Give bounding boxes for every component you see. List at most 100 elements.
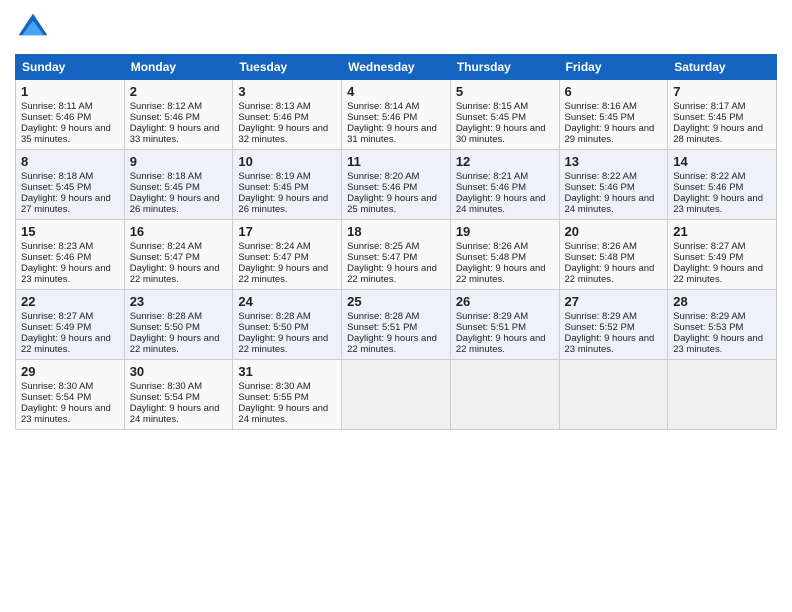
sunset: Sunset: 5:45 PM — [565, 112, 663, 123]
day-number: 15 — [21, 224, 119, 239]
calendar-cell: 3Sunrise: 8:13 AMSunset: 5:46 PMDaylight… — [233, 80, 342, 150]
day-number: 18 — [347, 224, 445, 239]
daylight: Daylight: 9 hours and 31 minutes. — [347, 123, 445, 145]
daylight: Daylight: 9 hours and 22 minutes. — [238, 263, 336, 285]
calendar-cell: 11Sunrise: 8:20 AMSunset: 5:46 PMDayligh… — [342, 150, 451, 220]
sunrise: Sunrise: 8:22 AM — [565, 171, 663, 182]
sunset: Sunset: 5:46 PM — [347, 182, 445, 193]
sunset: Sunset: 5:45 PM — [673, 112, 771, 123]
daylight: Daylight: 9 hours and 29 minutes. — [565, 123, 663, 145]
sunset: Sunset: 5:54 PM — [21, 392, 119, 403]
calendar-cell: 6Sunrise: 8:16 AMSunset: 5:45 PMDaylight… — [559, 80, 668, 150]
sunrise: Sunrise: 8:19 AM — [238, 171, 336, 182]
day-number: 9 — [130, 154, 228, 169]
sunset: Sunset: 5:55 PM — [238, 392, 336, 403]
sunset: Sunset: 5:52 PM — [565, 322, 663, 333]
header-wednesday: Wednesday — [342, 55, 451, 80]
daylight: Daylight: 9 hours and 33 minutes. — [130, 123, 228, 145]
day-number: 4 — [347, 84, 445, 99]
calendar-cell — [668, 360, 777, 430]
sunrise: Sunrise: 8:11 AM — [21, 101, 119, 112]
sunrise: Sunrise: 8:15 AM — [456, 101, 554, 112]
calendar-cell: 17Sunrise: 8:24 AMSunset: 5:47 PMDayligh… — [233, 220, 342, 290]
calendar-cell: 10Sunrise: 8:19 AMSunset: 5:45 PMDayligh… — [233, 150, 342, 220]
daylight: Daylight: 9 hours and 26 minutes. — [238, 193, 336, 215]
calendar-cell: 8Sunrise: 8:18 AMSunset: 5:45 PMDaylight… — [16, 150, 125, 220]
daylight: Daylight: 9 hours and 22 minutes. — [238, 333, 336, 355]
daylight: Daylight: 9 hours and 22 minutes. — [130, 333, 228, 355]
daylight: Daylight: 9 hours and 27 minutes. — [21, 193, 119, 215]
sunrise: Sunrise: 8:16 AM — [565, 101, 663, 112]
day-number: 31 — [238, 364, 336, 379]
sunrise: Sunrise: 8:14 AM — [347, 101, 445, 112]
day-number: 23 — [130, 294, 228, 309]
sunrise: Sunrise: 8:20 AM — [347, 171, 445, 182]
sunrise: Sunrise: 8:21 AM — [456, 171, 554, 182]
sunset: Sunset: 5:49 PM — [21, 322, 119, 333]
daylight: Daylight: 9 hours and 22 minutes. — [347, 263, 445, 285]
calendar-cell: 4Sunrise: 8:14 AMSunset: 5:46 PMDaylight… — [342, 80, 451, 150]
day-number: 11 — [347, 154, 445, 169]
sunrise: Sunrise: 8:25 AM — [347, 241, 445, 252]
sunset: Sunset: 5:45 PM — [238, 182, 336, 193]
day-number: 17 — [238, 224, 336, 239]
sunset: Sunset: 5:50 PM — [238, 322, 336, 333]
daylight: Daylight: 9 hours and 24 minutes. — [130, 403, 228, 425]
daylight: Daylight: 9 hours and 23 minutes. — [565, 333, 663, 355]
daylight: Daylight: 9 hours and 22 minutes. — [130, 263, 228, 285]
calendar-cell: 28Sunrise: 8:29 AMSunset: 5:53 PMDayligh… — [668, 290, 777, 360]
calendar-cell: 15Sunrise: 8:23 AMSunset: 5:46 PMDayligh… — [16, 220, 125, 290]
sunset: Sunset: 5:51 PM — [456, 322, 554, 333]
calendar-cell: 30Sunrise: 8:30 AMSunset: 5:54 PMDayligh… — [124, 360, 233, 430]
daylight: Daylight: 9 hours and 30 minutes. — [456, 123, 554, 145]
calendar-cell — [450, 360, 559, 430]
sunrise: Sunrise: 8:17 AM — [673, 101, 771, 112]
day-number: 30 — [130, 364, 228, 379]
sunset: Sunset: 5:51 PM — [347, 322, 445, 333]
page: SundayMondayTuesdayWednesdayThursdayFrid… — [0, 0, 792, 612]
day-number: 8 — [21, 154, 119, 169]
sunrise: Sunrise: 8:23 AM — [21, 241, 119, 252]
sunrise: Sunrise: 8:12 AM — [130, 101, 228, 112]
calendar-cell: 16Sunrise: 8:24 AMSunset: 5:47 PMDayligh… — [124, 220, 233, 290]
sunrise: Sunrise: 8:27 AM — [21, 311, 119, 322]
sunrise: Sunrise: 8:30 AM — [130, 381, 228, 392]
week-row-2: 8Sunrise: 8:18 AMSunset: 5:45 PMDaylight… — [16, 150, 777, 220]
sunset: Sunset: 5:48 PM — [565, 252, 663, 263]
sunrise: Sunrise: 8:22 AM — [673, 171, 771, 182]
calendar-cell: 24Sunrise: 8:28 AMSunset: 5:50 PMDayligh… — [233, 290, 342, 360]
calendar-cell: 1Sunrise: 8:11 AMSunset: 5:46 PMDaylight… — [16, 80, 125, 150]
sunrise: Sunrise: 8:26 AM — [565, 241, 663, 252]
calendar-cell: 23Sunrise: 8:28 AMSunset: 5:50 PMDayligh… — [124, 290, 233, 360]
calendar-cell: 18Sunrise: 8:25 AMSunset: 5:47 PMDayligh… — [342, 220, 451, 290]
calendar-cell: 14Sunrise: 8:22 AMSunset: 5:46 PMDayligh… — [668, 150, 777, 220]
sunrise: Sunrise: 8:13 AM — [238, 101, 336, 112]
daylight: Daylight: 9 hours and 35 minutes. — [21, 123, 119, 145]
header-sunday: Sunday — [16, 55, 125, 80]
calendar-cell: 31 Sunrise: 8:30 AMSunset: 5:55 PMDayligh… — [233, 360, 342, 430]
logo-icon — [15, 10, 51, 46]
day-number: 2 — [130, 84, 228, 99]
sunset: Sunset: 5:50 PM — [130, 322, 228, 333]
daylight: Daylight: 9 hours and 22 minutes. — [565, 263, 663, 285]
daylight: Daylight: 9 hours and 22 minutes. — [456, 333, 554, 355]
sunset: Sunset: 5:45 PM — [21, 182, 119, 193]
calendar-cell — [342, 360, 451, 430]
daylight: Daylight: 9 hours and 22 minutes. — [673, 263, 771, 285]
sunrise: Sunrise: 8:30 AM — [238, 381, 336, 392]
sunset: Sunset: 5:45 PM — [456, 112, 554, 123]
calendar-cell: 2Sunrise: 8:12 AMSunset: 5:46 PMDaylight… — [124, 80, 233, 150]
sunset: Sunset: 5:46 PM — [456, 182, 554, 193]
calendar-cell: 25Sunrise: 8:28 AMSunset: 5:51 PMDayligh… — [342, 290, 451, 360]
daylight: Daylight: 9 hours and 24 minutes. — [238, 403, 336, 425]
day-number: 5 — [456, 84, 554, 99]
logo — [15, 10, 55, 46]
header — [15, 10, 777, 46]
sunrise: Sunrise: 8:30 AM — [21, 381, 119, 392]
day-number: 27 — [565, 294, 663, 309]
day-number: 12 — [456, 154, 554, 169]
sunrise: Sunrise: 8:24 AM — [238, 241, 336, 252]
sunset: Sunset: 5:46 PM — [565, 182, 663, 193]
day-number: 19 — [456, 224, 554, 239]
sunset: Sunset: 5:45 PM — [130, 182, 228, 193]
